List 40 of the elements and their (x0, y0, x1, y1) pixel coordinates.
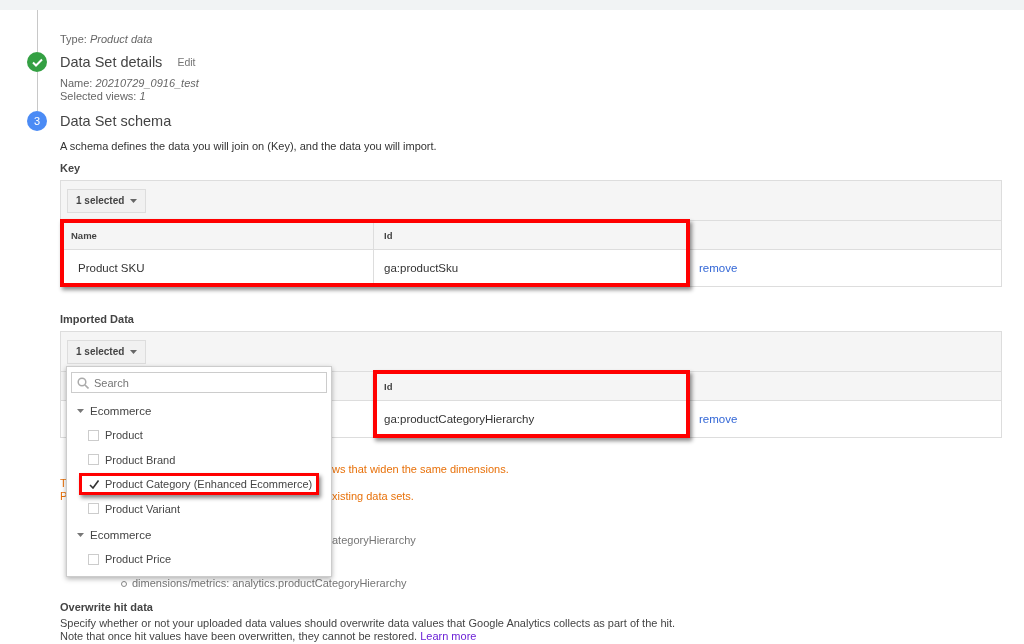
column-header: Id (384, 380, 393, 392)
remove-link[interactable]: remove (699, 413, 738, 425)
caret-icon (130, 198, 138, 203)
option-label[interactable]: Product Variant (105, 502, 180, 515)
option-label[interactable]: Product Category (Enhanced Ecommerce) (105, 478, 313, 491)
group-label[interactable]: Ecommerce (90, 405, 152, 417)
note-text: ategoryHierarchy (332, 533, 416, 547)
learn-more-link[interactable]: Learn more (420, 629, 477, 642)
caret-icon (130, 349, 138, 354)
table-cell: ga:productSku (374, 249, 689, 286)
description-text: Specify whether or not your uploaded data values should overwrite data values that Google Analytics collects as part of the hit. Note that once hit values have been overwritten, they cannot be restored. Learn more (60, 616, 677, 643)
step-detail: Selected views: 1 (60, 90, 147, 103)
description-text: A schema defines the data you will join on (Key), and the data you will import. (60, 139, 438, 153)
step-detail: Name: 20210729_0916_test (60, 77, 200, 90)
selection-dropdown-button[interactable]: 1 selected (67, 339, 147, 364)
column-header: Name (71, 229, 97, 241)
note-text: ws that widen the same dimensions. (332, 463, 509, 477)
note-text: dimensions/metrics: analytics.productCategoryHierarchy (132, 577, 407, 591)
table-cell: Product SKU (61, 249, 374, 286)
step-detail: Type: Product data (60, 33, 154, 46)
step-title: Data Set schema (60, 113, 172, 129)
section-heading: Key (60, 161, 82, 175)
column-header: Id (384, 229, 393, 241)
group-label[interactable]: Ecommerce (90, 529, 152, 541)
note-text: T (60, 476, 67, 490)
remove-link[interactable]: remove (699, 262, 738, 274)
table-cell: ga:productCategoryHierarchy (374, 400, 689, 437)
note-text: xisting data sets. (332, 490, 414, 504)
edit-link[interactable]: Edit (177, 56, 196, 68)
search-icon (77, 377, 89, 389)
step-title: Data Set details (60, 54, 163, 70)
option-label[interactable]: Product (105, 429, 143, 442)
step-number: 3 (27, 111, 47, 131)
option-label[interactable]: Product Price (105, 553, 172, 566)
search-field[interactable]: Search (71, 372, 327, 393)
section-heading: Imported Data (60, 312, 135, 326)
checkbox[interactable] (88, 478, 99, 490)
selection-dropdown-button[interactable]: 1 selected (67, 188, 147, 213)
section-heading: Overwrite hit data (60, 599, 154, 614)
option-label[interactable]: Product Brand (105, 453, 176, 466)
